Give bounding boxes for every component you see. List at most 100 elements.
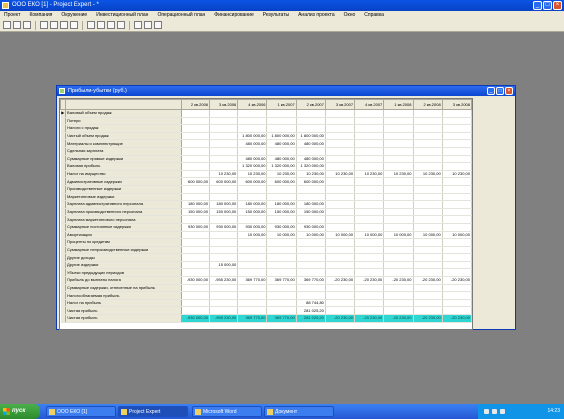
table-cell[interactable]: -20 230,00: [442, 314, 472, 323]
table-cell[interactable]: [383, 185, 414, 194]
table-cell[interactable]: [266, 291, 297, 300]
column-header[interactable]: 3 кв.2006: [209, 99, 239, 110]
table-cell[interactable]: 1 320 000,00: [296, 162, 326, 171]
table-cell[interactable]: [354, 268, 385, 278]
table-cell[interactable]: [325, 109, 356, 118]
table-cell[interactable]: [413, 253, 443, 262]
table-cell[interactable]: [325, 132, 356, 141]
table-cell[interactable]: [237, 109, 268, 118]
table-cell[interactable]: [325, 246, 356, 255]
table-cell[interactable]: [354, 155, 385, 164]
print-icon[interactable]: [40, 21, 48, 29]
report-icon[interactable]: [97, 21, 105, 29]
table-cell[interactable]: [209, 231, 239, 240]
table-row[interactable]: Амортизация 10 000,00 10 000,00 10 000,00 10…: [60, 231, 472, 240]
table-cell[interactable]: [209, 109, 239, 118]
table-cell[interactable]: [413, 200, 443, 209]
table-cell[interactable]: [325, 200, 356, 209]
table-cell[interactable]: [296, 284, 326, 293]
table-cell[interactable]: 480 000,00: [266, 139, 297, 148]
table-cell[interactable]: [181, 291, 211, 300]
table-cell[interactable]: -20 230,00: [325, 276, 356, 285]
table-cell[interactable]: [354, 253, 385, 262]
table-cell[interactable]: [383, 200, 414, 209]
table-cell[interactable]: [413, 162, 443, 171]
table-cell[interactable]: [266, 109, 297, 118]
table-cell[interactable]: [413, 208, 443, 217]
table-cell[interactable]: [354, 132, 385, 141]
column-header[interactable]: 4 кв.2006: [237, 99, 268, 110]
column-header[interactable]: 2 кв.2008: [412, 99, 443, 110]
table-cell[interactable]: -20 230,00: [325, 314, 356, 323]
table-cell[interactable]: [442, 139, 472, 148]
table-cell[interactable]: 10 000,00: [266, 231, 297, 240]
table-cell[interactable]: [442, 132, 472, 141]
table-cell[interactable]: [209, 193, 239, 202]
table-cell[interactable]: [296, 124, 326, 133]
table-cell[interactable]: [383, 261, 414, 270]
table-cell[interactable]: -955 230,00: [209, 276, 239, 285]
menu-item[interactable]: Операционный план: [157, 11, 205, 19]
table-cell[interactable]: [325, 215, 356, 224]
table-cell[interactable]: [413, 215, 443, 224]
table-cell[interactable]: [266, 117, 297, 126]
table-cell[interactable]: [413, 177, 443, 186]
table-cell[interactable]: [413, 109, 443, 118]
table-cell[interactable]: [354, 208, 385, 217]
table-cell[interactable]: [266, 246, 297, 255]
table-cell[interactable]: [296, 291, 326, 300]
table-cell[interactable]: [354, 193, 385, 202]
table-cell[interactable]: [181, 246, 211, 255]
taskbar-item[interactable]: Project Expert: [118, 406, 188, 417]
table-cell[interactable]: [354, 246, 385, 255]
menu-item[interactable]: Окружение: [61, 11, 87, 19]
table-cell[interactable]: [325, 124, 356, 133]
table-cell[interactable]: [325, 139, 356, 148]
table-cell[interactable]: [383, 223, 414, 232]
table-cell[interactable]: [266, 268, 297, 278]
column-header[interactable]: 1 кв.2008: [383, 99, 414, 110]
table-cell[interactable]: [296, 193, 326, 202]
table-cell[interactable]: 600 000,00: [296, 177, 326, 186]
table-cell[interactable]: 480 000,00: [237, 139, 268, 148]
table-cell[interactable]: 281 025,20: [296, 306, 326, 316]
table-cell[interactable]: 1 320 000,00: [266, 162, 297, 171]
table-cell[interactable]: [442, 299, 472, 308]
table-cell[interactable]: [354, 124, 385, 133]
table-cell[interactable]: 10 000,00: [237, 231, 268, 240]
table-cell[interactable]: [181, 124, 211, 133]
table-cell[interactable]: [237, 124, 268, 133]
table-cell[interactable]: [266, 253, 297, 262]
table-cell[interactable]: -20 230,00: [413, 314, 443, 323]
menu-item[interactable]: Результаты: [263, 11, 289, 19]
table-cell[interactable]: [181, 299, 211, 308]
table-cell[interactable]: [209, 215, 239, 224]
table-cell[interactable]: -20 230,00: [383, 314, 414, 323]
table-cell[interactable]: [266, 261, 297, 270]
table-cell[interactable]: [209, 155, 239, 164]
save-icon[interactable]: [23, 21, 31, 29]
column-header[interactable]: 4 кв.2007: [354, 99, 385, 110]
table-cell[interactable]: 150 000,00: [209, 208, 239, 217]
table-cell[interactable]: 480 000,00: [266, 155, 297, 164]
table-cell[interactable]: 150 000,00: [296, 208, 326, 217]
table-cell[interactable]: [413, 132, 443, 141]
table-cell[interactable]: 88 744,80: [296, 299, 326, 308]
table-cell[interactable]: -930 000,00: [181, 276, 211, 285]
table-cell[interactable]: -20 230,00: [354, 314, 385, 323]
table-row[interactable]: Прибыль до выплаты налога -930 000,00 -955…: [60, 276, 472, 285]
calculate-icon[interactable]: [60, 21, 68, 29]
table-cell[interactable]: [266, 215, 297, 224]
window-icon[interactable]: [134, 21, 142, 29]
table-cell[interactable]: [354, 185, 385, 194]
table-cell[interactable]: [383, 132, 414, 141]
table-cell[interactable]: [325, 238, 356, 247]
table-cell[interactable]: 1 320 000,00: [237, 162, 268, 171]
table-cell[interactable]: -20 230,00: [383, 276, 414, 285]
table-cell[interactable]: [413, 139, 443, 148]
help-icon[interactable]: [154, 21, 162, 29]
table-cell[interactable]: [325, 253, 356, 262]
table-cell[interactable]: [354, 299, 385, 308]
table-cell[interactable]: [354, 147, 385, 156]
table-cell[interactable]: [383, 253, 414, 262]
